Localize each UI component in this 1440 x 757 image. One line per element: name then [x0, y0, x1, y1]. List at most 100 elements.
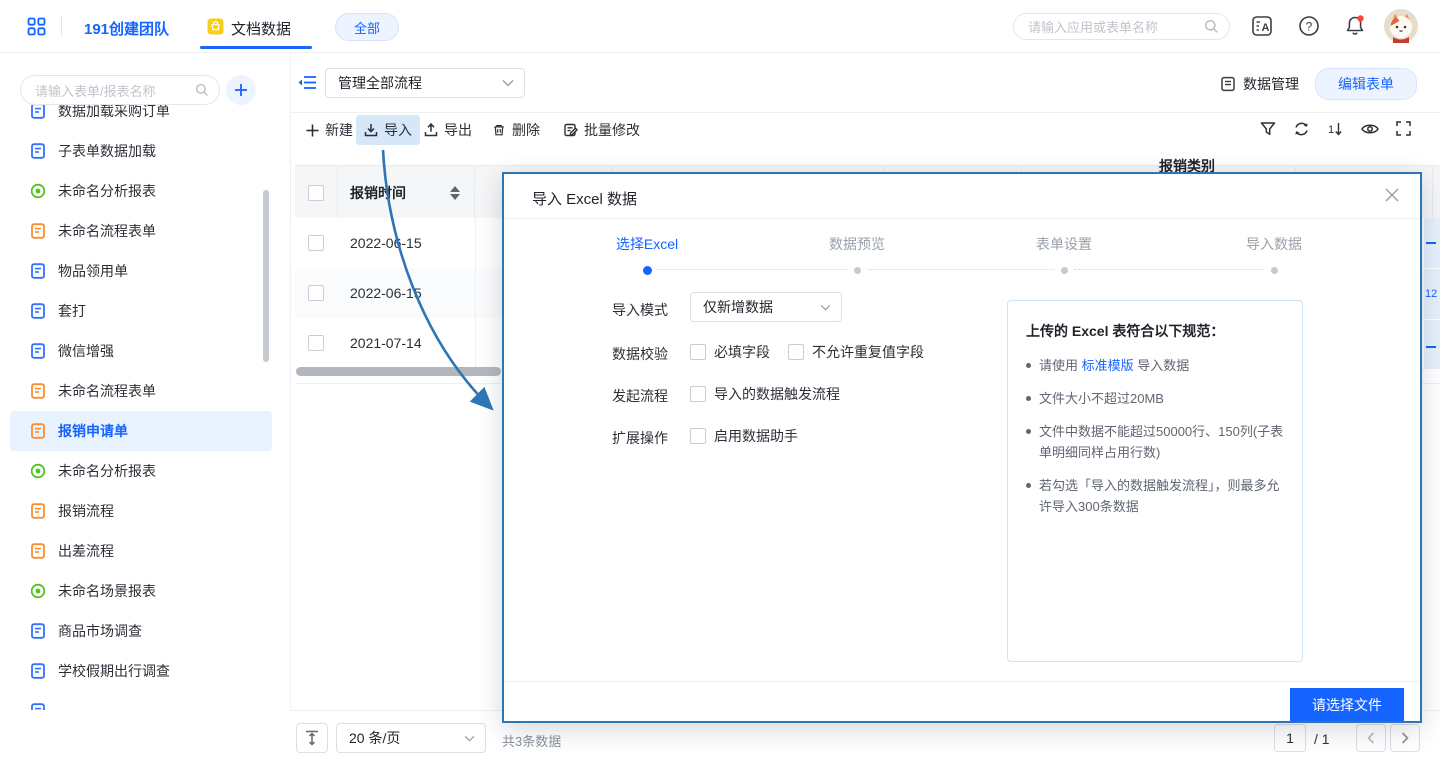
global-search-input[interactable]: 请输入应用或表单名称 — [1013, 13, 1230, 40]
step-connector — [867, 269, 1054, 270]
sidebar-scrollbar[interactable] — [263, 190, 269, 362]
sidebar-item-微信增强[interactable]: 微信增强 — [10, 331, 272, 371]
upload-spec-item: 文件大小不超过20MB — [1026, 388, 1284, 409]
sidebar-item-未命名分析报表[interactable]: 未命名分析报表 — [10, 171, 272, 211]
filter-pill-all[interactable]: 全部 — [335, 13, 399, 41]
step-4-dot — [1271, 267, 1278, 274]
delete-button[interactable]: 删除 — [484, 115, 548, 145]
sidebar-item-未命名流程表单[interactable]: 未命名流程表单 — [10, 371, 272, 411]
total-count-label: 共3条数据 — [502, 731, 561, 750]
sidebar-item-套打[interactable]: 套打 — [10, 291, 272, 331]
user-avatar[interactable] — [1384, 9, 1418, 43]
step-connector — [657, 269, 847, 270]
checkbox-data-assistant[interactable]: 启用数据助手 — [690, 426, 798, 446]
new-record-button[interactable]: 新建 — [298, 115, 361, 145]
sidebar-item-未命名流程表单[interactable]: 未命名流程表单 — [10, 211, 272, 251]
sidebar-item-报销流程[interactable]: 报销流程 — [10, 491, 272, 531]
edit-form-button[interactable]: 编辑表单 — [1315, 68, 1417, 100]
app-icon — [207, 18, 224, 35]
row-checkbox[interactable] — [308, 335, 324, 351]
sidebar-item-商品市场调查[interactable]: 商品市场调查 — [10, 611, 272, 651]
notification-bell-icon[interactable] — [1343, 14, 1367, 38]
import-excel-modal: 导入 Excel 数据 选择Excel数据预览表单设置导入数据 导入模式 仅新增… — [502, 172, 1422, 723]
delete-label: 删除 — [512, 120, 540, 140]
row-date-cell: 2021-07-14 — [350, 335, 422, 351]
sidebar-item[interactable] — [10, 691, 272, 710]
sort-toggle[interactable] — [450, 186, 460, 200]
chevron-down-icon — [820, 304, 831, 311]
filter-icon[interactable] — [1260, 121, 1276, 137]
batch-edit-button[interactable]: 批量修改 — [556, 115, 648, 145]
language-icon[interactable]: A — [1251, 15, 1273, 37]
top-header-bar: 191创建团队 文档数据 全部 请输入应用或表单名称 A — [0, 0, 1440, 53]
sidebar-item-数据加载采购订单[interactable]: 数据加载采购订单 — [10, 105, 272, 131]
checkbox-no-duplicate[interactable]: 不允许重复值字段 — [788, 342, 924, 362]
upload-spec-title: 上传的 Excel 表符合以下规范： — [1026, 321, 1284, 341]
workbench-grid-icon[interactable] — [27, 17, 46, 36]
sidebar-search-input[interactable]: 请输入表单/报表名称 — [20, 75, 220, 105]
export-button[interactable]: 导出 — [416, 115, 480, 145]
sidebar-item-子表单数据加载[interactable]: 子表单数据加载 — [10, 131, 272, 171]
import-mode-select[interactable]: 仅新增数据 — [690, 292, 842, 322]
step-2-label[interactable]: 数据预览 — [829, 234, 885, 254]
data-manage-button[interactable]: 数据管理 — [1220, 74, 1299, 94]
add-form-button[interactable] — [226, 75, 256, 105]
refresh-icon[interactable] — [1293, 121, 1310, 137]
select-all-checkbox[interactable] — [308, 185, 324, 201]
checkbox-icon[interactable] — [690, 386, 706, 402]
page-size-select[interactable]: 20 条/页 — [336, 723, 486, 753]
collapse-sidebar-icon[interactable] — [298, 75, 316, 90]
checkbox-required-fields[interactable]: 必填字段 — [690, 342, 770, 362]
sidebar-item-学校假期出行调查[interactable]: 学校假期出行调查 — [10, 651, 272, 691]
select-all-cell — [295, 166, 338, 219]
upload-spec-item: 文件中数据不能超过50000行、150列(子表单明细同样占用行数) — [1026, 421, 1284, 463]
row-checkbox[interactable] — [308, 235, 324, 251]
form-icon — [30, 143, 46, 159]
import-button[interactable]: 导入 — [356, 115, 420, 145]
app-tab-label[interactable]: 文档数据 — [231, 18, 291, 39]
step-4-label[interactable]: 导入数据 — [1246, 234, 1302, 254]
no-duplicate-label: 不允许重复值字段 — [812, 342, 924, 362]
standard-template-link[interactable]: 标准模版 — [1082, 358, 1134, 373]
column-header-date[interactable]: 报销时间 — [338, 166, 475, 219]
sort-icon[interactable]: 1 — [1328, 121, 1344, 137]
horizontal-scrollbar[interactable] — [296, 367, 501, 376]
choose-file-button[interactable]: 请选择文件 — [1290, 688, 1404, 721]
extension-label: 扩展操作 — [612, 428, 668, 448]
current-page-input[interactable]: 1 — [1274, 724, 1306, 752]
search-icon[interactable] — [195, 83, 209, 97]
sidebar: 请输入表单/报表名称 数据加载采购订单子表单数据加载未命名分析报表未命名流程表单… — [0, 52, 291, 710]
sidebar-item-出差流程[interactable]: 出差流程 — [10, 531, 272, 571]
sidebar-item-未命名场景报表[interactable]: 未命名场景报表 — [10, 571, 272, 611]
team-name[interactable]: 191创建团队 — [84, 18, 169, 39]
checkbox-trigger-workflow[interactable]: 导入的数据触发流程 — [690, 384, 840, 404]
help-icon[interactable]: ? — [1298, 15, 1320, 37]
row-checkbox[interactable] — [308, 285, 324, 301]
form-icon — [30, 303, 46, 319]
chevron-down-icon — [464, 735, 475, 742]
validation-label: 数据校验 — [612, 344, 668, 364]
form-icon — [30, 583, 46, 599]
close-icon[interactable] — [1384, 187, 1400, 203]
next-page-button[interactable] — [1390, 724, 1420, 752]
sidebar-item-报销申请单[interactable]: 报销申请单 — [10, 411, 272, 451]
modal-title: 导入 Excel 数据 — [532, 188, 637, 209]
flow-scope-value: 管理全部流程 — [338, 73, 422, 93]
step-1-label[interactable]: 选择Excel — [616, 234, 678, 254]
flow-scope-select[interactable]: 管理全部流程 — [325, 68, 525, 98]
checkbox-icon[interactable] — [788, 344, 804, 360]
sidebar-item-物品领用单[interactable]: 物品领用单 — [10, 251, 272, 291]
sidebar-form-list: 数据加载采购订单子表单数据加载未命名分析报表未命名流程表单物品领用单套打微信增强… — [0, 105, 290, 710]
checkbox-icon[interactable] — [690, 428, 706, 444]
page-total-label: / 1 — [1314, 731, 1330, 747]
eye-icon[interactable] — [1361, 122, 1379, 136]
row-height-button[interactable] — [296, 723, 328, 753]
fullscreen-icon[interactable] — [1396, 121, 1411, 136]
sidebar-item-未命名分析报表[interactable]: 未命名分析报表 — [10, 451, 272, 491]
checkbox-icon[interactable] — [690, 344, 706, 360]
search-icon[interactable] — [1204, 19, 1219, 34]
prev-page-button[interactable] — [1356, 724, 1386, 752]
header-divider — [61, 16, 62, 36]
step-3-label[interactable]: 表单设置 — [1036, 234, 1092, 254]
form-icon — [30, 383, 46, 399]
